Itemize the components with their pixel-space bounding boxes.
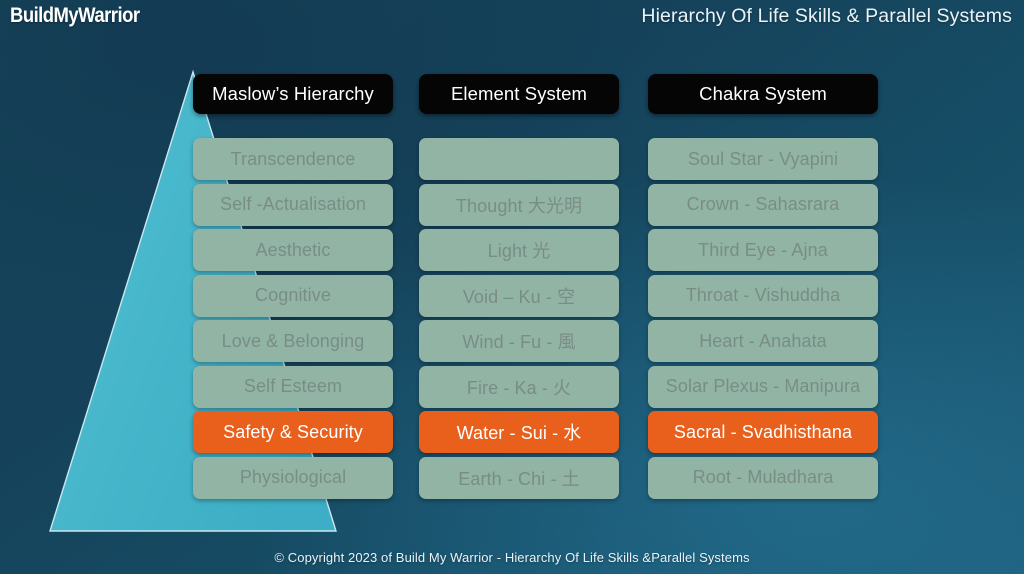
row-list-chakra-system: Soul Star - Vyapini Crown - Sahasrara Th… — [648, 138, 878, 499]
column-chakra-system: Chakra System Soul Star - Vyapini Crown … — [648, 74, 878, 502]
row-chakra-soul-star[interactable]: Soul Star - Vyapini — [648, 138, 878, 180]
row-element-water[interactable]: Water - Sui - 水 — [419, 411, 619, 453]
column-heading-chakra-system[interactable]: Chakra System — [648, 74, 878, 114]
row-maslow-aesthetic[interactable]: Aesthetic — [193, 229, 393, 271]
slide-canvas: BuildMyWarrior Hierarchy Of Life Skills … — [0, 0, 1024, 574]
row-chakra-third-eye[interactable]: Third Eye - Ajna — [648, 229, 878, 271]
column-element-system: Element System Thought 大光明 Light 光 Void … — [419, 74, 619, 502]
row-list-element-system: Thought 大光明 Light 光 Void – Ku - 空 Wind -… — [419, 138, 619, 499]
row-chakra-sacral[interactable]: Sacral - Svadhisthana — [648, 411, 878, 453]
row-chakra-heart[interactable]: Heart - Anahata — [648, 320, 878, 362]
footer-copyright: © Copyright 2023 of Build My Warrior - H… — [274, 550, 750, 565]
row-chakra-crown[interactable]: Crown - Sahasrara — [648, 183, 878, 226]
row-element-earth[interactable]: Earth - Chi - 土 — [419, 456, 619, 499]
row-maslow-love-belonging[interactable]: Love & Belonging — [193, 320, 393, 362]
row-maslow-self-esteem[interactable]: Self Esteem — [193, 365, 393, 408]
row-element-light[interactable]: Light 光 — [419, 229, 619, 271]
row-maslow-self-actualisation[interactable]: Self -Actualisation — [193, 183, 393, 226]
column-heading-maslows-hierarchy[interactable]: Maslow’s Hierarchy — [193, 74, 393, 114]
systems-columns: Maslow’s Hierarchy Transcendence Self -A… — [0, 0, 1024, 574]
row-chakra-root[interactable]: Root - Muladhara — [648, 456, 878, 499]
column-maslows-hierarchy: Maslow’s Hierarchy Transcendence Self -A… — [193, 74, 393, 502]
row-element-fire[interactable]: Fire - Ka - 火 — [419, 365, 619, 408]
row-element-blank[interactable] — [419, 138, 619, 180]
row-maslow-transcendence[interactable]: Transcendence — [193, 138, 393, 180]
row-maslow-safety-security[interactable]: Safety & Security — [193, 411, 393, 453]
row-maslow-cognitive[interactable]: Cognitive — [193, 274, 393, 317]
row-element-thought[interactable]: Thought 大光明 — [419, 183, 619, 226]
row-list-maslows-hierarchy: Transcendence Self -Actualisation Aesthe… — [193, 138, 393, 499]
row-element-void[interactable]: Void – Ku - 空 — [419, 274, 619, 317]
row-chakra-throat[interactable]: Throat - Vishuddha — [648, 274, 878, 317]
row-element-wind[interactable]: Wind - Fu - 風 — [419, 320, 619, 362]
column-heading-element-system[interactable]: Element System — [419, 74, 619, 114]
row-chakra-solar-plexus[interactable]: Solar Plexus - Manipura — [648, 365, 878, 408]
row-maslow-physiological[interactable]: Physiological — [193, 456, 393, 499]
